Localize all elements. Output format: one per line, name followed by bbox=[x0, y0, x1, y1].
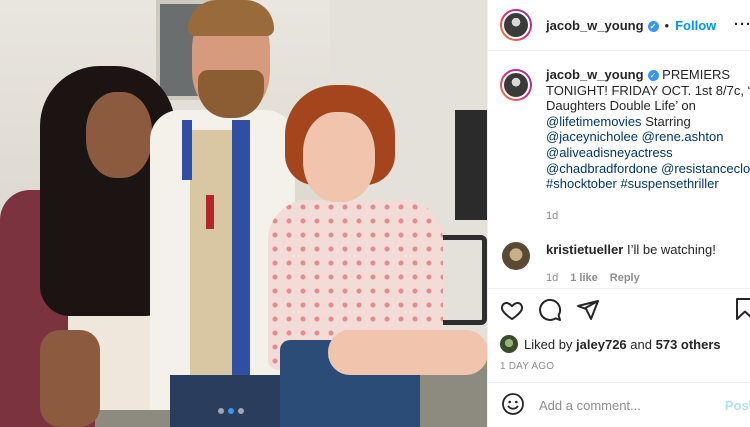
comment: kristietueller I’ll be watching! 1d 1 li… bbox=[500, 242, 750, 286]
person-center-shirt-trim-left bbox=[182, 120, 192, 180]
caption-line-hashtags: #shocktober #suspensethriller bbox=[546, 176, 750, 192]
share-icon[interactable] bbox=[576, 298, 600, 322]
caption-avatar[interactable] bbox=[500, 69, 532, 101]
more-options-icon[interactable]: ··· bbox=[734, 16, 750, 33]
likes-and: and bbox=[630, 336, 652, 352]
person-right-face bbox=[303, 112, 375, 202]
avatar[interactable] bbox=[500, 9, 532, 41]
hashtag-link[interactable]: #shocktober bbox=[546, 176, 617, 191]
comment-body: kristietueller I’ll be watching! 1d 1 li… bbox=[546, 242, 716, 286]
liker-avatar[interactable] bbox=[500, 335, 518, 353]
add-comment-bar: Add a comment... Post bbox=[488, 382, 750, 427]
caption-text-starring: Starring bbox=[645, 113, 691, 129]
mention-link[interactable]: @lifetimemovies bbox=[546, 114, 642, 129]
caption-line-mentions: @chadbradfordone @resistanceclown bbox=[546, 161, 750, 177]
post-side-panel: jacob_w_young✓ • Follow ··· jacob_w_youn… bbox=[487, 0, 750, 427]
comments-section[interactable]: jacob_w_young ✓ PREMIERS TONIGHT! FRIDAY … bbox=[488, 51, 750, 288]
likes-prefix: Liked by bbox=[524, 336, 573, 352]
post-comment-button[interactable]: Post bbox=[725, 398, 750, 413]
caption: jacob_w_young ✓ PREMIERS TONIGHT! FRIDAY … bbox=[500, 67, 750, 224]
verified-badge-icon: ✓ bbox=[647, 20, 659, 32]
comment-icon[interactable] bbox=[538, 298, 562, 322]
emoji-icon[interactable] bbox=[501, 392, 525, 419]
person-left-face bbox=[86, 92, 152, 178]
action-icons bbox=[500, 297, 750, 323]
mention-link[interactable]: @chadbradfordone bbox=[546, 161, 658, 176]
carousel-dots bbox=[218, 408, 244, 414]
hashtag-link[interactable]: #suspensethriller bbox=[620, 176, 718, 191]
post-header: jacob_w_young✓ • Follow ··· bbox=[488, 0, 750, 51]
comment-avatar[interactable] bbox=[502, 242, 530, 271]
liker-username[interactable]: jaley726 bbox=[576, 337, 627, 352]
likes-summary: Liked by jaley726 and 573 others bbox=[500, 335, 739, 353]
post-timestamp[interactable]: 1 DAY AGO bbox=[500, 361, 739, 372]
mention-link[interactable]: @aliveadisneyactress bbox=[546, 145, 750, 161]
person-left-arm bbox=[40, 330, 100, 427]
carousel-dot[interactable] bbox=[218, 408, 224, 414]
caption-line-mentions: @jaceynicholee @rene.ashton bbox=[546, 129, 750, 145]
caption-username[interactable]: jacob_w_young bbox=[546, 67, 644, 82]
comment-username[interactable]: kristietueller bbox=[546, 242, 623, 257]
heart-icon[interactable] bbox=[500, 298, 524, 322]
comment-text: I’ll be watching! bbox=[626, 242, 716, 258]
caption-line-starring: @lifetimemovies Starring bbox=[546, 114, 750, 130]
mention-link[interactable]: @jaceynicholee bbox=[546, 129, 638, 144]
comment-likes[interactable]: 1 like bbox=[570, 270, 598, 286]
carousel-dot-active[interactable] bbox=[228, 408, 234, 414]
person-center-necklace bbox=[206, 195, 214, 229]
person-center-undershirt bbox=[190, 130, 238, 390]
person-center-hair bbox=[188, 0, 274, 36]
post-actions: Liked by jaley726 and 573 others 1 DAY A… bbox=[488, 288, 750, 372]
caption-age[interactable]: 1d bbox=[546, 209, 750, 225]
likes-others-link[interactable]: 573 others bbox=[656, 337, 721, 352]
verified-badge-icon: ✓ bbox=[647, 70, 659, 82]
photo-doorway bbox=[455, 110, 487, 220]
caption-text-line3: Daughters Double Life’ on bbox=[546, 98, 696, 114]
header-separator: • bbox=[664, 17, 670, 33]
post-photo[interactable] bbox=[0, 0, 487, 427]
follow-button[interactable]: Follow bbox=[675, 18, 716, 33]
caption-text-line1: PREMIERS bbox=[662, 67, 731, 82]
caption-text-line2: TONIGHT! FRIDAY OCT. 1st 8/7c, ‘MY bbox=[546, 82, 750, 98]
mention-link[interactable]: @resistanceclown bbox=[661, 161, 750, 176]
bookmark-icon[interactable] bbox=[735, 297, 750, 321]
header-username[interactable]: jacob_w_young ✓ bbox=[546, 18, 659, 33]
caption-body: jacob_w_young ✓ PREMIERS TONIGHT! FRIDAY … bbox=[546, 67, 750, 224]
carousel-dot[interactable] bbox=[238, 408, 244, 414]
comment-age[interactable]: 1d bbox=[546, 270, 558, 286]
add-comment-input[interactable]: Add a comment... bbox=[539, 398, 641, 413]
person-center-jeans bbox=[170, 375, 280, 427]
reply-button[interactable]: Reply bbox=[610, 270, 640, 286]
comment-meta: 1d 1 like Reply bbox=[546, 270, 716, 286]
person-right-arm bbox=[328, 330, 487, 375]
mention-link[interactable]: @rene.ashton bbox=[642, 129, 724, 144]
person-center-shirt-trim bbox=[232, 120, 250, 380]
